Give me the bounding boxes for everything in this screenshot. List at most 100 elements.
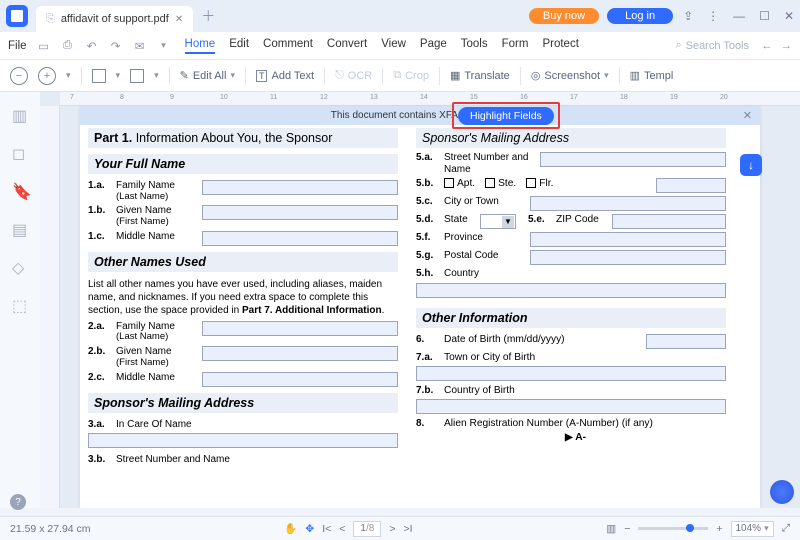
- fullscreen-icon[interactable]: ⤢: [782, 522, 790, 535]
- part-header: Part 1. Information About You, the Spons…: [88, 128, 398, 148]
- field-5b[interactable]: [656, 178, 726, 193]
- layers-icon[interactable]: ▤: [12, 220, 28, 236]
- highlight-callout: Highlight Fields: [452, 102, 560, 129]
- translate-icon: ▦: [450, 69, 460, 82]
- translate-button[interactable]: ▦Translate: [450, 69, 510, 82]
- field-5h[interactable]: [416, 283, 726, 298]
- add-text-button[interactable]: TAdd Text: [256, 70, 314, 82]
- select-tool-icon[interactable]: ✥: [305, 523, 314, 535]
- tab-edit[interactable]: Edit: [229, 38, 249, 54]
- prev-page-icon[interactable]: <: [339, 523, 345, 535]
- titlebar: ⎘ affidavit of support.pdf ✕ ＋ Buy now L…: [0, 0, 800, 32]
- field-5c[interactable]: [530, 196, 726, 211]
- login-button[interactable]: Log in: [607, 8, 673, 24]
- ocr-icon: ⎋: [335, 69, 344, 82]
- tab-form[interactable]: Form: [502, 38, 529, 54]
- screenshot-button[interactable]: ◎Screenshot▾: [531, 69, 609, 82]
- field-1c[interactable]: [202, 231, 398, 246]
- field-5e[interactable]: [612, 214, 726, 229]
- close-icon[interactable]: ✕: [175, 14, 183, 25]
- first-page-icon[interactable]: I<: [322, 523, 331, 535]
- field-6[interactable]: [646, 334, 726, 349]
- kebab-icon[interactable]: ⋮: [707, 9, 719, 23]
- hand-tool-icon[interactable]: ✋: [284, 522, 297, 535]
- menubar: File ▭ ⎙ ↶ ↷ ✉ ▾ Home Edit Comment Conve…: [0, 32, 800, 60]
- checkbox-flr[interactable]: [526, 178, 536, 188]
- new-tab-button[interactable]: ＋: [201, 6, 215, 26]
- crop-button[interactable]: ⧉Crop: [393, 69, 429, 82]
- window-close-icon[interactable]: ✕: [784, 9, 794, 23]
- field-5f[interactable]: [530, 232, 726, 247]
- attachments-icon[interactable]: 🔖: [12, 182, 28, 198]
- field-2b[interactable]: [202, 346, 398, 361]
- text-icon: T: [256, 70, 268, 82]
- statusbar: 21.59 x 27.94 cm ✋ ✥ I< < 1/8 > >I ▥ − +…: [0, 516, 800, 540]
- tab-convert[interactable]: Convert: [327, 38, 367, 54]
- search-tools[interactable]: ⌕ Search Tools: [675, 39, 749, 52]
- thumbnails-icon[interactable]: ▥: [12, 106, 28, 122]
- field-5a[interactable]: [540, 152, 726, 167]
- minimize-icon[interactable]: ―: [733, 9, 745, 23]
- settings-float-icon[interactable]: [770, 480, 794, 504]
- comments-icon[interactable]: ◇: [12, 258, 28, 274]
- print-icon[interactable]: ⎙: [57, 35, 79, 57]
- next-page-icon[interactable]: >: [389, 523, 395, 535]
- zoom-in-sb-icon[interactable]: +: [716, 523, 722, 535]
- zoom-out-icon[interactable]: −: [10, 67, 28, 85]
- toolbar: − +▾ ▾ ▾ ✎Edit All▾ TAdd Text ⎋OCR ⧉Crop…: [0, 60, 800, 92]
- field-5g[interactable]: [530, 250, 726, 265]
- field-7a[interactable]: [416, 366, 726, 381]
- zoom-out-sb-icon[interactable]: −: [624, 523, 630, 535]
- template-button[interactable]: ▥Templ: [630, 69, 674, 82]
- highlight-fields-button[interactable]: Highlight Fields: [458, 107, 554, 125]
- zoom-in-icon[interactable]: +: [38, 67, 56, 85]
- banner-close-icon[interactable]: ✕: [743, 109, 752, 122]
- field-3a[interactable]: [88, 433, 398, 448]
- nav-back-icon[interactable]: ←: [761, 40, 773, 52]
- field-1b[interactable]: [202, 205, 398, 220]
- checkbox-apt[interactable]: [444, 178, 454, 188]
- field-2a[interactable]: [202, 321, 398, 336]
- ocr-button[interactable]: ⎋OCR: [335, 69, 372, 82]
- section-othernames: Other Names Used: [88, 252, 398, 272]
- fields-icon[interactable]: ⬚: [12, 296, 28, 312]
- save-float-button[interactable]: ↓: [740, 154, 762, 176]
- more-icon[interactable]: ▾: [153, 35, 175, 57]
- buy-now-button[interactable]: Buy now: [529, 8, 599, 24]
- fit-page-icon[interactable]: [92, 69, 106, 83]
- document-viewport[interactable]: 7891011121314151617181920 ↓ This documen…: [40, 92, 800, 508]
- mail-icon[interactable]: ✉: [129, 35, 151, 57]
- redo-icon[interactable]: ↷: [105, 35, 127, 57]
- zoom-select[interactable]: 104%▾: [731, 521, 774, 537]
- edit-all-button[interactable]: ✎Edit All▾: [180, 69, 235, 82]
- file-menu[interactable]: File: [8, 40, 27, 52]
- field-7b[interactable]: [416, 399, 726, 414]
- nav-fwd-icon[interactable]: →: [781, 40, 793, 52]
- fit-width-icon[interactable]: [130, 69, 144, 83]
- tab-comment[interactable]: Comment: [263, 38, 313, 54]
- tab-view[interactable]: View: [381, 38, 406, 54]
- help-icon[interactable]: ?: [10, 494, 26, 510]
- pdf-page: ↓ This document contains XFA form fields…: [80, 106, 760, 508]
- bookmarks-icon[interactable]: ◻: [12, 144, 28, 160]
- tab-protect[interactable]: Protect: [542, 38, 578, 54]
- state-select[interactable]: ▼: [480, 214, 516, 229]
- checkbox-ste[interactable]: [485, 178, 495, 188]
- undo-icon[interactable]: ↶: [81, 35, 103, 57]
- tab-page[interactable]: Page: [420, 38, 447, 54]
- view-mode-icon[interactable]: ▥: [606, 523, 616, 535]
- share-icon[interactable]: ⇪: [683, 9, 693, 23]
- page-input[interactable]: 1/8: [353, 521, 381, 537]
- tab-home[interactable]: Home: [185, 38, 216, 54]
- maximize-icon[interactable]: ☐: [759, 9, 770, 23]
- field-2c[interactable]: [202, 372, 398, 387]
- tab-tools[interactable]: Tools: [461, 38, 488, 54]
- field-1a[interactable]: [202, 180, 398, 195]
- open-icon[interactable]: ▭: [33, 35, 55, 57]
- ruler-horizontal: 7891011121314151617181920: [60, 92, 800, 106]
- zoom-slider[interactable]: [638, 527, 708, 530]
- document-tab[interactable]: ⎘ affidavit of support.pdf ✕: [36, 6, 193, 32]
- camera-icon: ◎: [531, 69, 541, 82]
- right-column: Sponsor's Mailing Address 5.a.Street Num…: [416, 106, 726, 508]
- last-page-icon[interactable]: >I: [403, 523, 412, 535]
